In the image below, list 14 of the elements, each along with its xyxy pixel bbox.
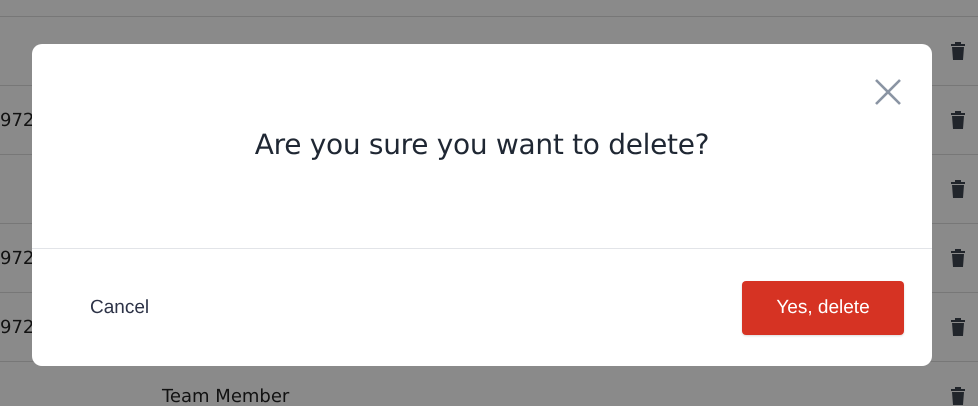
table-cell-text: Team Member xyxy=(162,386,290,406)
delete-button[interactable]: Yes, delete xyxy=(742,280,904,334)
table-cell-text: 972 xyxy=(0,110,36,130)
trash-icon[interactable] xyxy=(950,248,966,268)
trash-icon[interactable] xyxy=(950,110,966,130)
trash-icon[interactable] xyxy=(950,317,966,337)
trash-icon[interactable] xyxy=(950,41,966,61)
trash-icon[interactable] xyxy=(950,179,966,199)
cancel-button[interactable]: Cancel xyxy=(90,296,150,318)
trash-icon[interactable] xyxy=(950,386,966,406)
dialog-title: Are you sure you want to delete? xyxy=(254,128,710,160)
table-cell-text: 972 xyxy=(0,248,36,268)
table-cell-text: 972 xyxy=(0,316,36,338)
close-icon xyxy=(874,78,902,106)
